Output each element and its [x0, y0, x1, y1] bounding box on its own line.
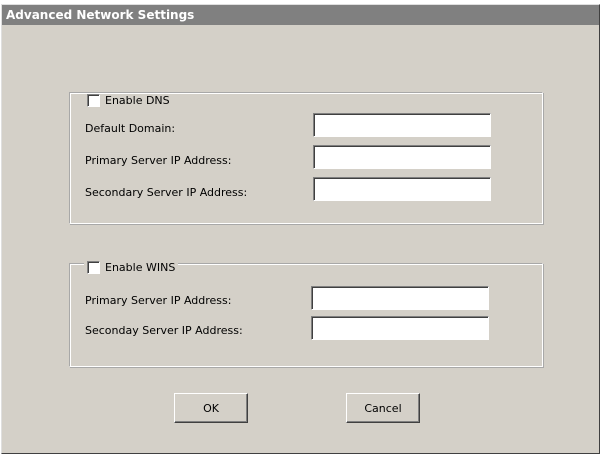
- enable-dns-label: Enable DNS: [105, 94, 170, 107]
- wins-secondary-server-label: Seconday Server IP Address:: [85, 324, 243, 337]
- advanced-network-settings-dialog: Advanced Network Settings Enable DNS Def…: [1, 4, 600, 454]
- ok-button[interactable]: OK: [174, 393, 248, 423]
- wins-secondary-server-field[interactable]: [311, 316, 489, 340]
- enable-dns-checkbox[interactable]: [87, 94, 100, 107]
- wins-primary-server-label: Primary Server IP Address:: [85, 294, 232, 307]
- dns-secondary-server-field[interactable]: [313, 177, 491, 201]
- wins-group: [69, 263, 543, 367]
- wins-primary-server-field[interactable]: [311, 286, 489, 310]
- enable-wins-label: Enable WINS: [105, 261, 176, 274]
- title-bar: Advanced Network Settings: [2, 5, 599, 25]
- enable-wins-checkbox[interactable]: [87, 261, 100, 274]
- dns-secondary-server-label: Secondary Server IP Address:: [85, 186, 248, 199]
- dns-primary-server-label: Primary Server IP Address:: [85, 154, 232, 167]
- cancel-button[interactable]: Cancel: [346, 393, 420, 423]
- dns-primary-server-field[interactable]: [313, 145, 491, 169]
- enable-dns-toggle[interactable]: Enable DNS: [84, 94, 173, 107]
- enable-wins-toggle[interactable]: Enable WINS: [84, 261, 179, 274]
- default-domain-field[interactable]: [313, 113, 491, 137]
- default-domain-label: Default Domain:: [85, 122, 176, 135]
